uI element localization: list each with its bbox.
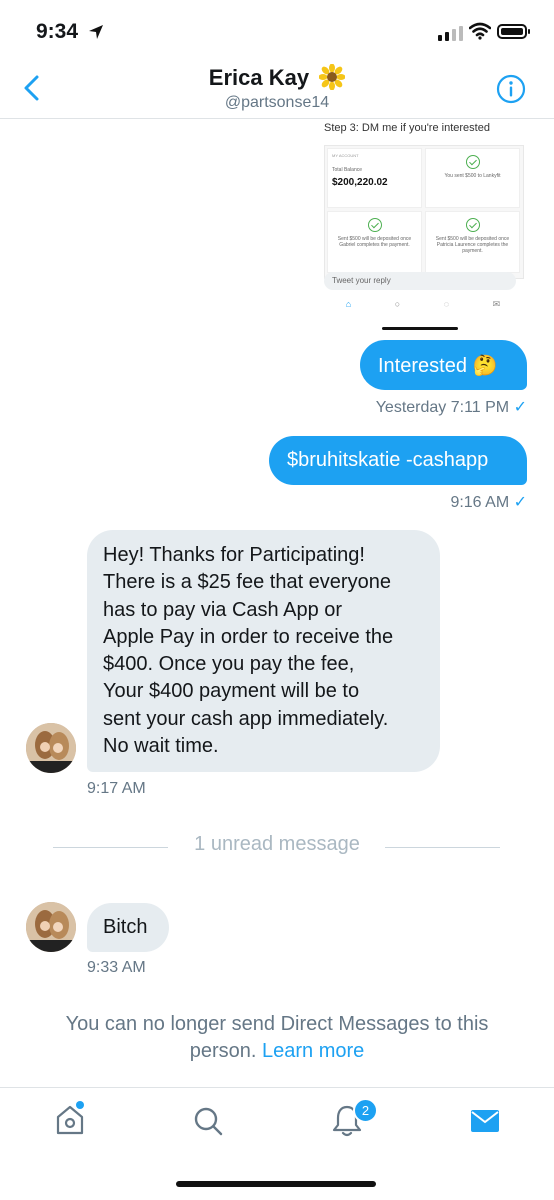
search-icon[interactable] [193,1106,223,1136]
notification-count-badge: 2 [353,1098,378,1123]
contact-name: Erica Kay [208,65,310,90]
unread-message-label: 1 unread message [194,833,360,855]
message-timestamp: Yesterday 7:11 PM ✓ [300,397,527,417]
message-line: sent your cash app immediately. [103,707,389,730]
conversation-title[interactable]: Erica Kay [0,64,554,91]
message-bubble-incoming[interactable]: Bitch [87,903,169,952]
unread-divider-line-right [385,847,500,848]
embed-reply-field: Tweet your reply [324,272,516,290]
embed-home-indicator [382,327,458,330]
message-line: No wait time. [103,735,219,758]
message-line: Apple Pay in order to receive the [103,625,394,648]
status-time: 9:34 [36,20,79,43]
learn-more-link[interactable]: Learn more [262,1040,364,1062]
check-circle-icon [465,155,480,169]
message-timestamp: 9:33 AM [87,959,146,976]
bell-icon: ◌ [443,299,450,309]
message-line: $400. Once you pay the fee, [103,653,355,676]
read-check-icon: ✓ [513,494,527,511]
embed-patricia-text: Sent $500 will be deposited once Patrici… [435,236,510,254]
message-text: Interested 🤔 [378,354,498,377]
message-bubble-incoming[interactable]: Hey! Thanks for Participating! There is … [87,530,440,772]
avatar-photo [26,723,76,773]
home-unread-dot [76,1101,84,1109]
message-line: has to pay via Cash App or [103,598,343,621]
message-line: There is a $25 fee that everyone [103,571,391,594]
cellular-signal-icon [438,26,463,41]
messages-mail-icon[interactable] [470,1109,500,1133]
embed-gabriel-cell: Sent $500 will be deposited once Gabriel… [327,211,422,273]
timestamp-text: Yesterday 7:11 PM [375,399,510,416]
embed-account-label: MY ACCOUNT [332,153,359,158]
embed-balance-value: $200,220.02 [332,177,388,188]
message-bubble-outgoing[interactable]: $bruhitskatie -cashapp [269,436,527,485]
avatar-photo [26,902,76,952]
dm-disabled-notice: You can no longer send Direct Messages t… [30,1011,524,1065]
message-text: Bitch [103,916,148,938]
embed-sent-text: You sent $500 to Lankyfit [444,173,501,179]
embed-sent-cell: You sent $500 to Lankyfit [425,148,520,208]
sunflower-icon [319,64,346,90]
embed-caption: Step 3: DM me if you're interested [324,122,490,134]
battery-icon [497,24,530,39]
read-check-icon: ✓ [513,399,527,416]
timestamp-text: 9:16 AM [450,494,510,511]
embed-gabriel-text: Sent $500 will be deposited once Gabriel… [337,236,412,248]
message-text: $bruhitskatie -cashapp [287,449,489,471]
avatar[interactable] [26,723,76,773]
embed-tab-icons: ⌂ ○ ◌ ✉ [324,299,522,310]
message-line: Your $400 payment will be to [103,680,360,703]
embed-patricia-cell: Sent $500 will be deposited once Patrici… [425,211,520,273]
message-timestamp: 9:16 AM ✓ [300,492,527,512]
mail-icon: ✉ [492,299,501,309]
info-icon[interactable] [496,74,526,104]
check-circle-icon [367,218,382,232]
tabbar-divider [0,1087,554,1088]
check-circle-icon [465,218,480,232]
search-icon: ○ [394,299,401,309]
embed-payment-grid: MY ACCOUNT Total Balance $200,220.02 You… [324,145,524,279]
embed-balance-label: Total Balance [332,167,363,173]
wifi-icon [469,22,491,40]
message-timestamp: 9:17 AM [87,780,146,797]
contact-handle: @partsonse14 [224,94,330,111]
embed-balance-cell: MY ACCOUNT Total Balance $200,220.02 [327,148,422,208]
home-indicator [176,1181,376,1187]
message-bubble-outgoing[interactable]: Interested 🤔 [360,340,527,390]
avatar[interactable] [26,902,76,952]
home-icon: ⌂ [345,299,352,309]
shared-screenshot-image[interactable]: Step 3: DM me if you're interested MY AC… [318,119,528,335]
message-line: Hey! Thanks for Participating! [103,544,365,566]
location-arrow-icon [89,25,103,39]
